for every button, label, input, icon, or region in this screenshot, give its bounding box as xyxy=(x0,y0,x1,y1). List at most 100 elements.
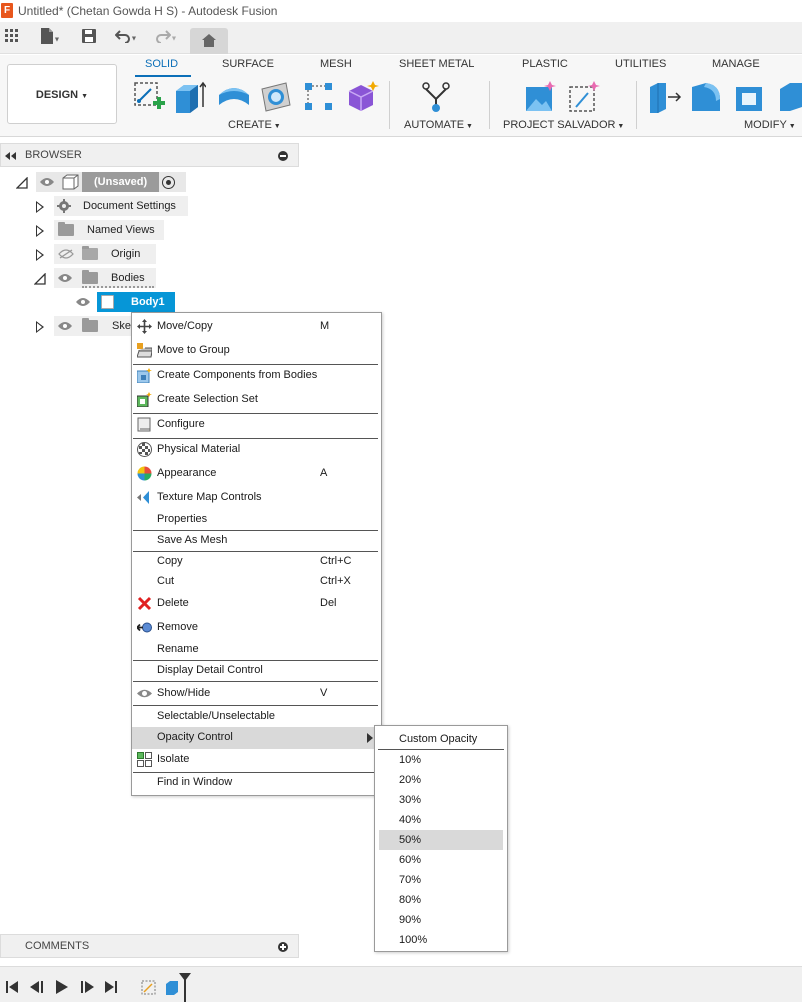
project-salvador-group-menu[interactable]: PROJECT SALVADOR ▼ xyxy=(503,119,624,131)
opacity-option-70[interactable]: 70% xyxy=(379,870,503,890)
opacity-option-40[interactable]: 40% xyxy=(379,810,503,830)
menu-item-appearance[interactable]: Appearance A xyxy=(132,463,381,485)
tab-plastic[interactable]: PLASTIC xyxy=(522,58,568,70)
comments-panel-header[interactable]: COMMENTS xyxy=(0,934,299,958)
browser-panel-header[interactable]: BROWSER xyxy=(0,143,299,167)
menu-item-label: Create Selection Set xyxy=(157,393,258,405)
menu-item-opacity-control[interactable]: Opacity Control xyxy=(132,727,381,749)
form-icon[interactable] xyxy=(345,81,379,116)
expanded-caret-icon[interactable] xyxy=(33,272,46,285)
timeline-body-feature-icon[interactable] xyxy=(165,980,179,999)
tab-mesh[interactable]: MESH xyxy=(320,58,352,70)
tree-item-bodies[interactable]: Bodies xyxy=(0,268,300,288)
expanded-caret-icon[interactable] xyxy=(15,176,28,189)
menu-item-configure[interactable]: Configure xyxy=(132,414,381,436)
tree-root-row[interactable]: (Unsaved) xyxy=(0,172,300,192)
opacity-option-30[interactable]: 30% xyxy=(379,790,503,810)
opacity-option-60[interactable]: 60% xyxy=(379,850,503,870)
opacity-option-20[interactable]: 20% xyxy=(379,770,503,790)
workspace-switcher-button[interactable]: DESIGN ▼ xyxy=(7,64,117,124)
automate-group-menu[interactable]: AUTOMATE ▼ xyxy=(404,119,473,131)
eye-icon[interactable] xyxy=(58,321,72,331)
collapsed-caret-icon[interactable] xyxy=(36,201,44,213)
menu-item-copy[interactable]: Copy Ctrl+C xyxy=(132,551,381,573)
create-group-menu[interactable]: CREATE ▼ xyxy=(228,119,281,131)
fillet-icon[interactable] xyxy=(690,81,722,116)
tab-sheet-metal[interactable]: SHEET METAL xyxy=(399,58,474,70)
menu-item-save-as-mesh[interactable]: Save As Mesh xyxy=(132,530,381,552)
opacity-option-50[interactable]: 50% xyxy=(379,830,503,850)
menu-item-selectable-unselectable[interactable]: Selectable/Unselectable xyxy=(132,706,381,728)
go-to-start-icon[interactable] xyxy=(6,981,18,996)
collapsed-caret-icon[interactable] xyxy=(36,321,44,333)
timeline-sketch-feature-icon[interactable] xyxy=(141,980,157,999)
home-icon xyxy=(202,34,216,47)
modify-group-menu[interactable]: MODIFY ▼ xyxy=(744,119,796,131)
save-icon[interactable] xyxy=(80,28,98,48)
shell-icon[interactable] xyxy=(734,81,766,116)
menu-item-properties[interactable]: Properties xyxy=(132,509,381,531)
redo-button[interactable]: ▼ xyxy=(152,28,180,48)
menu-item-move-copy[interactable]: Move/Copy M xyxy=(132,316,381,338)
eye-icon[interactable] xyxy=(76,297,90,307)
revolve-icon[interactable] xyxy=(217,81,251,116)
automate-icon[interactable] xyxy=(420,81,452,116)
submenu-item-label: 30% xyxy=(399,794,422,806)
opacity-option-10[interactable]: 10% xyxy=(379,750,503,770)
go-to-end-icon[interactable] xyxy=(105,981,117,996)
collapsed-caret-icon[interactable] xyxy=(36,225,44,237)
step-back-icon[interactable] xyxy=(30,981,44,996)
file-menu-button[interactable]: ▼ xyxy=(36,28,64,48)
create-sketch-icon[interactable] xyxy=(133,81,165,116)
menu-item-cut[interactable]: Cut Ctrl+X xyxy=(132,571,381,593)
menu-item-delete[interactable]: Delete Del xyxy=(132,593,381,615)
step-forward-icon[interactable] xyxy=(80,981,94,996)
menu-item-texture-map-controls[interactable]: Texture Map Controls xyxy=(132,487,381,509)
fusion-app-icon[interactable]: F xyxy=(1,3,13,18)
collapsed-caret-icon[interactable] xyxy=(36,249,44,261)
eye-icon[interactable] xyxy=(40,177,54,187)
add-comment-icon[interactable] xyxy=(278,942,288,952)
data-panel-grid-icon[interactable] xyxy=(4,28,20,48)
pattern-icon[interactable] xyxy=(303,81,335,116)
collapse-panel-icon[interactable] xyxy=(5,151,17,163)
menu-item-create-components[interactable]: Create Components from Bodies xyxy=(132,365,381,387)
opacity-option-90[interactable]: 90% xyxy=(379,910,503,930)
tree-item-origin[interactable]: Origin xyxy=(0,244,300,264)
menu-item-physical-material[interactable]: Physical Material xyxy=(132,439,381,461)
menu-item-find-in-window[interactable]: Find in Window xyxy=(132,772,381,794)
tree-item-body1[interactable]: Body1 xyxy=(0,292,300,312)
tree-item-named-views[interactable]: Named Views xyxy=(0,220,300,240)
menu-item-rename[interactable]: Rename xyxy=(132,639,381,661)
opacity-option-80[interactable]: 80% xyxy=(379,890,503,910)
menu-item-isolate[interactable]: Isolate xyxy=(132,749,381,771)
menu-item-move-to-group[interactable]: Move to Group xyxy=(132,340,381,362)
menu-item-show-hide[interactable]: Show/Hide V xyxy=(132,683,381,705)
extrude-icon[interactable] xyxy=(174,81,207,116)
eye-icon[interactable] xyxy=(58,273,72,283)
window-title: Untitled* (Chetan Gowda H S) - Autodesk … xyxy=(18,4,278,18)
hole-icon[interactable] xyxy=(260,81,292,116)
custom-opacity-item[interactable]: Custom Opacity xyxy=(379,729,503,749)
combine-icon[interactable] xyxy=(776,81,802,116)
tab-manage[interactable]: MANAGE xyxy=(712,58,760,70)
play-icon[interactable] xyxy=(56,980,68,997)
tab-solid[interactable]: SOLID xyxy=(145,58,178,70)
tab-utilities[interactable]: UTILITIES xyxy=(615,58,666,70)
opacity-option-100[interactable]: 100% xyxy=(379,930,503,950)
menu-item-label: Texture Map Controls xyxy=(157,491,262,503)
minimize-panel-icon[interactable] xyxy=(278,151,288,161)
menu-item-create-selection-set[interactable]: Create Selection Set xyxy=(132,389,381,411)
hidden-eye-icon[interactable] xyxy=(58,249,74,259)
activate-component-icon[interactable] xyxy=(162,176,175,189)
undo-button[interactable]: ▼ xyxy=(112,28,140,48)
home-tab[interactable] xyxy=(190,28,228,54)
menu-item-display-detail-control[interactable]: Display Detail Control xyxy=(132,660,381,682)
tab-surface[interactable]: SURFACE xyxy=(222,58,274,70)
salvador-image-icon[interactable] xyxy=(524,81,558,116)
menu-item-remove[interactable]: Remove xyxy=(132,617,381,639)
tree-item-document-settings[interactable]: Document Settings xyxy=(0,196,300,216)
timeline-marker[interactable] xyxy=(179,973,191,1002)
salvador-sketch-icon[interactable] xyxy=(568,81,602,116)
press-pull-icon[interactable] xyxy=(648,81,682,116)
